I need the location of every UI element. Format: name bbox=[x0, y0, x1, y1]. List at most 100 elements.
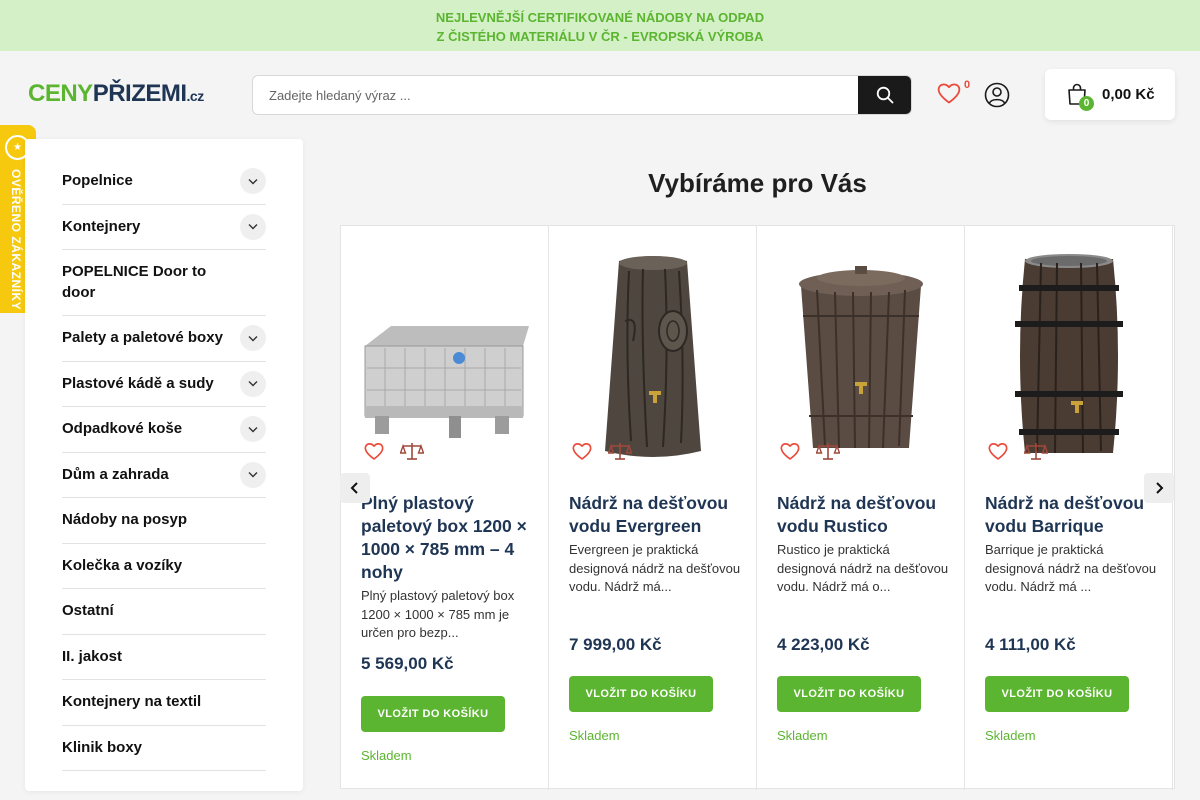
product-description: Plný plastový paletový box 1200 × 1000 ×… bbox=[361, 588, 515, 640]
sidebar-item[interactable]: Popelnice bbox=[62, 159, 266, 205]
sidebar-item-label: Kontejnery na textil bbox=[62, 693, 202, 710]
product-carousel: Plný plastový paletový box 1200 × 1000 ×… bbox=[340, 225, 1175, 790]
sidebar-item[interactable]: POPELNICE Door to door bbox=[62, 250, 266, 316]
sidebar-item-label: Kolečka a vozíky bbox=[62, 556, 183, 574]
product-card: Nádrž na dešťovou vodu Evergreen Evergree… bbox=[549, 226, 757, 790]
compare-button[interactable] bbox=[815, 440, 841, 466]
product-card: Nádrž na dešťovou vodu Barrique Barrique … bbox=[965, 226, 1173, 790]
stock-status: Skladem bbox=[777, 728, 828, 743]
scale-icon bbox=[399, 441, 425, 466]
heart-icon bbox=[937, 83, 961, 104]
product-actions bbox=[569, 440, 633, 466]
category-sidebar: Popelnice Kontejnery POPELNICE Door to doo… bbox=[25, 139, 303, 791]
cart-count-badge: 0 bbox=[1079, 96, 1094, 111]
account-button[interactable] bbox=[984, 82, 1010, 108]
product-price: 7 999,00 Kč bbox=[569, 635, 662, 654]
sidebar-item[interactable]: Dům a zahrada bbox=[62, 453, 266, 498]
add-to-wishlist-button[interactable] bbox=[985, 440, 1011, 466]
promo-bar: NEJLEVNĚJŠÍ CERTIFIKOVANÉ NÁDOBY NA ODPA… bbox=[0, 0, 1200, 51]
sidebar-item-label: Plastové kádě a sudy bbox=[62, 374, 214, 392]
sidebar-item-label: Odpadkové koše bbox=[62, 420, 183, 437]
product-actions bbox=[777, 440, 841, 466]
sidebar-item-label: Nádoby na posyp bbox=[62, 511, 188, 528]
product-card: Plný plastový paletový box 1200 × 1000 ×… bbox=[341, 226, 549, 790]
sidebar-item[interactable]: Ostatní bbox=[62, 589, 266, 635]
product-title[interactable]: Nádrž na dešťovou vodu Barrique bbox=[985, 492, 1157, 538]
chevron-down-icon[interactable] bbox=[240, 213, 266, 240]
add-to-cart-button[interactable]: VLOŽIT DO KOŠÍKU bbox=[777, 676, 921, 712]
scale-icon bbox=[607, 441, 633, 466]
add-to-cart-button[interactable]: VLOŽIT DO KOŠÍKU bbox=[569, 676, 713, 712]
scale-icon bbox=[815, 441, 841, 466]
heart-icon bbox=[363, 441, 385, 466]
chevron-down-icon[interactable] bbox=[240, 461, 266, 488]
sidebar-item[interactable]: Kontejnery bbox=[62, 205, 266, 250]
product-actions bbox=[361, 440, 425, 466]
cart-button[interactable]: 0 0,00 Kč bbox=[1045, 69, 1175, 120]
promo-line-2: Z ČISTÉHO MATERIÁLU V ČR - EVROPSKÁ VÝRO… bbox=[436, 29, 764, 44]
chevron-right-icon bbox=[1156, 482, 1164, 494]
heart-icon bbox=[571, 441, 593, 466]
logo-part-3: .cz bbox=[186, 88, 205, 104]
product-description: Barrique je praktická designová nádrž na… bbox=[985, 542, 1157, 594]
sidebar-item-label: Popelnice bbox=[62, 172, 133, 189]
add-to-wishlist-button[interactable] bbox=[361, 440, 387, 466]
stock-status: Skladem bbox=[985, 728, 1036, 743]
product-actions bbox=[985, 440, 1049, 466]
sidebar-item[interactable]: Klinik boxy bbox=[62, 726, 266, 771]
sidebar-item[interactable]: Nádoby na posyp bbox=[62, 498, 266, 544]
header: CENYPŘIZEMI.cz 0 0 0,00 Kč bbox=[0, 51, 1200, 139]
compare-button[interactable] bbox=[399, 440, 425, 466]
heart-icon bbox=[779, 441, 801, 466]
user-icon bbox=[984, 82, 1010, 108]
compare-button[interactable] bbox=[607, 440, 633, 466]
promo-line-1: NEJLEVNĚJŠÍ CERTIFIKOVANÉ NÁDOBY NA ODPA… bbox=[435, 10, 765, 25]
chevron-left-icon bbox=[350, 482, 358, 494]
carousel-prev-button[interactable] bbox=[340, 473, 370, 503]
sidebar-item-label: Kontejnery bbox=[62, 217, 141, 235]
product-card: Nádrž na dešťovou vodu Rustico Rustico je… bbox=[757, 226, 965, 790]
product-title[interactable]: Nádrž na dešťovou vodu Evergreen bbox=[569, 492, 741, 538]
logo-part-2: PŘIZEMI bbox=[92, 80, 187, 107]
sidebar-item[interactable]: Kontejnery na textil bbox=[62, 680, 266, 726]
add-to-wishlist-button[interactable] bbox=[569, 440, 595, 466]
compare-button[interactable] bbox=[1023, 440, 1049, 466]
sidebar-item-label: II. jakost bbox=[62, 647, 123, 665]
heart-icon bbox=[987, 441, 1009, 466]
product-title[interactable]: Nádrž na dešťovou vodu Rustico bbox=[777, 492, 949, 538]
sidebar-item-label: Dům a zahrada bbox=[62, 465, 169, 483]
sidebar-item-label: POPELNICE Door to door bbox=[62, 263, 207, 301]
chevron-down-icon[interactable] bbox=[240, 370, 266, 397]
product-image[interactable] bbox=[569, 246, 737, 466]
product-image[interactable] bbox=[985, 246, 1153, 466]
sidebar-item[interactable]: Palety a paletové boxy bbox=[62, 316, 266, 362]
product-title[interactable]: Plný plastový paletový box 1200 × 1000 ×… bbox=[361, 492, 533, 584]
verified-badge-text: OVĚŘENO ZÁKAZNÍKY bbox=[9, 169, 23, 311]
product-description: Rustico je praktická designová nádrž na … bbox=[777, 542, 949, 594]
sidebar-item[interactable]: Kolečka a vozíky bbox=[62, 544, 266, 589]
sidebar-item[interactable]: Plastové kádě a sudy bbox=[62, 362, 266, 407]
search-bar bbox=[252, 75, 912, 115]
add-to-cart-button[interactable]: VLOŽIT DO KOŠÍKU bbox=[985, 676, 1129, 712]
search-icon bbox=[876, 86, 893, 104]
section-title: Vybíráme pro Vás bbox=[648, 168, 867, 198]
sidebar-item[interactable]: II. jakost bbox=[62, 635, 266, 680]
add-to-cart-button[interactable]: VLOŽIT DO KOŠÍKU bbox=[361, 696, 505, 732]
logo-part-1: CENY bbox=[28, 80, 93, 107]
add-to-wishlist-button[interactable] bbox=[777, 440, 803, 466]
carousel-next-button[interactable] bbox=[1144, 473, 1174, 503]
sidebar-item[interactable]: Odpadkové koše bbox=[62, 407, 266, 453]
sidebar-item-label: Ostatní bbox=[62, 602, 114, 619]
stock-status: Skladem bbox=[569, 728, 620, 743]
stock-status: Skladem bbox=[361, 748, 412, 763]
product-image[interactable] bbox=[777, 246, 945, 466]
product-image[interactable] bbox=[361, 246, 529, 466]
sidebar-item-label: Klinik boxy bbox=[62, 738, 143, 756]
search-input[interactable] bbox=[253, 76, 859, 114]
cart-total: 0,00 Kč bbox=[1102, 86, 1155, 103]
scale-icon bbox=[1023, 441, 1049, 466]
product-price: 4 223,00 Kč bbox=[777, 635, 870, 654]
site-logo[interactable]: CENYPŘIZEMI.cz bbox=[28, 81, 204, 107]
search-button[interactable] bbox=[858, 76, 911, 114]
wishlist-count: 0 bbox=[964, 79, 971, 91]
